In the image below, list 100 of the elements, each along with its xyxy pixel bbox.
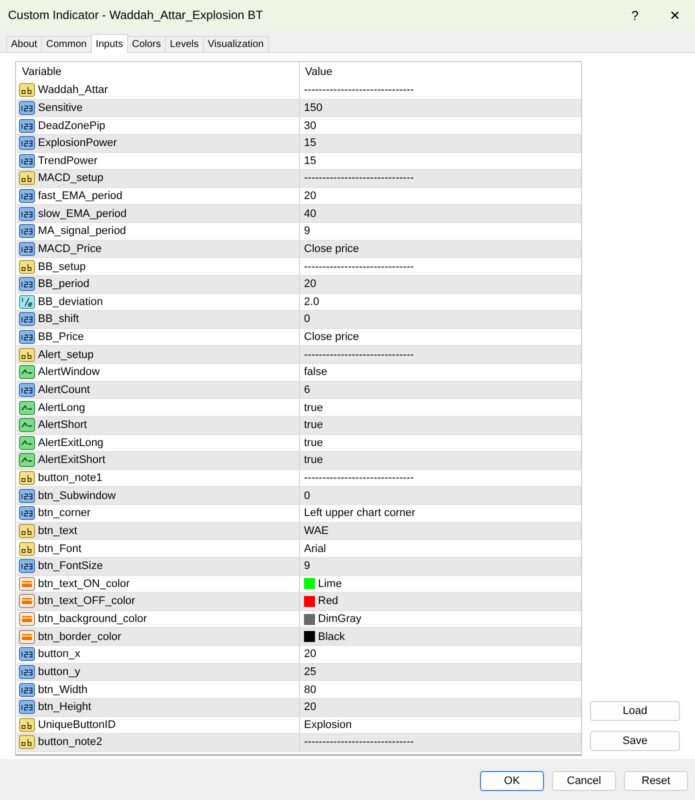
variable-cell[interactable]: MA_signal_period [17,223,299,240]
value-cell[interactable]: 0 [299,487,581,504]
variable-cell[interactable]: BB_period [17,276,299,292]
variable-name: button_note2 [38,736,102,748]
color-type-icon [19,630,35,644]
variable-cell[interactable]: button_note1 [17,470,299,486]
value-text: Arial [304,542,326,555]
tab[interactable]: Visualization [202,36,269,52]
value-cell[interactable]: ------------------------------ [299,470,581,486]
variable-name: BB_Price [38,331,84,344]
dialog-button[interactable]: OK [480,771,544,791]
help-button[interactable]: ? [615,0,655,30]
variable-cell[interactable]: AlertExitLong [17,434,299,452]
value-cell[interactable]: ------------------------------ [299,170,581,187]
side-button[interactable]: Load [590,701,680,721]
variable-cell[interactable]: Alert_setup [17,346,299,363]
value-cell[interactable]: Left upper chart corner [299,505,581,522]
value-cell[interactable]: Arial [299,540,581,557]
variable-cell[interactable]: btn_text_ON_color [17,576,299,592]
number-type-icon [19,488,35,503]
column-header[interactable]: Variable [17,62,299,82]
variable-cell[interactable]: fast_EMA_period [17,188,299,204]
value-cell[interactable]: Red [299,593,581,610]
variable-cell[interactable]: AlertLong [17,399,299,416]
variable-cell[interactable]: ExplosionPower [17,134,299,152]
value-cell[interactable]: 9 [299,558,581,574]
value-cell[interactable]: 9 [299,223,581,240]
variable-cell[interactable]: btn_Width [17,681,299,698]
column-header[interactable]: Value [299,62,581,82]
variable-cell[interactable]: btn_Subwindow [17,487,299,504]
value-cell[interactable]: Close price [299,328,581,346]
variable-cell[interactable]: BB_Price [17,328,299,346]
variable-cell[interactable]: AlertShort [17,416,299,434]
close-button[interactable]: ✕ [655,0,695,30]
value-cell[interactable]: ------------------------------ [299,346,581,363]
value-cell[interactable]: 20 [299,646,581,663]
value-cell[interactable]: 6 [299,382,581,398]
variable-name: btn_text_OFF_color [38,595,136,608]
value-cell[interactable]: 15 [299,152,581,170]
value-cell[interactable]: true [299,434,581,452]
variable-cell[interactable]: Sensitive [17,100,299,116]
value-cell[interactable]: false [299,364,581,381]
value-cell[interactable]: Close price [299,240,581,258]
value-cell[interactable]: 150 [299,100,581,116]
variable-cell[interactable]: BB_setup [17,258,299,275]
variable-cell[interactable]: BB_deviation [17,294,299,310]
value-cell[interactable]: ------------------------------ [299,82,581,99]
value-cell[interactable]: ------------------------------ [299,258,581,275]
variable-cell[interactable]: btn_FontSize [17,558,299,574]
variable-cell[interactable]: button_note2 [17,734,299,751]
value-cell[interactable]: DimGray [299,610,581,628]
value-cell[interactable]: true [299,416,581,434]
number-type-icon [19,242,35,256]
value-cell[interactable]: Lime [299,576,581,592]
variable-cell[interactable]: btn_Height [17,698,299,716]
variable-cell[interactable]: btn_Font [17,540,299,557]
variable-cell[interactable]: btn_background_color [17,610,299,628]
variable-cell[interactable]: btn_text [17,522,299,540]
variable-cell[interactable]: btn_corner [17,505,299,522]
variable-cell[interactable]: BB_shift [17,311,299,328]
variable-cell[interactable]: AlertCount [17,382,299,398]
variable-cell[interactable]: btn_text_OFF_color [17,593,299,610]
number-type-icon [19,700,35,714]
value-cell[interactable]: 20 [299,276,581,292]
value-cell[interactable]: WAE [299,522,581,540]
variable-name: BB_deviation [38,296,103,308]
side-button[interactable]: Save [590,731,680,751]
value-cell[interactable]: 40 [299,205,581,222]
variable-cell[interactable]: DeadZonePip [17,117,299,134]
tab[interactable]: About [6,36,42,52]
variable-name: AlertCount [38,384,90,396]
value-cell[interactable]: 2.0 [299,294,581,310]
value-cell[interactable]: Explosion [299,716,581,734]
variable-cell[interactable]: btn_border_color [17,628,299,645]
variable-cell[interactable]: MACD_setup [17,170,299,187]
variable-cell[interactable]: Waddah_Attar [17,82,299,99]
variable-cell[interactable]: UniqueButtonID [17,716,299,734]
number-type-icon [19,559,35,574]
variable-cell[interactable]: MACD_Price [17,240,299,258]
variable-cell[interactable]: AlertWindow [17,364,299,381]
tab[interactable]: Inputs [90,34,128,53]
value-cell[interactable]: 80 [299,681,581,698]
variable-cell[interactable]: TrendPower [17,152,299,170]
dialog-button[interactable]: Cancel [552,771,616,791]
dialog-button[interactable]: Reset [624,771,688,791]
variable-cell[interactable]: AlertExitShort [17,452,299,469]
value-cell[interactable]: 0 [299,311,581,328]
value-cell[interactable]: 20 [299,698,581,716]
value-cell[interactable]: ------------------------------ [299,734,581,751]
value-cell[interactable]: 20 [299,188,581,204]
value-cell[interactable]: true [299,399,581,416]
variable-cell[interactable]: button_y [17,664,299,680]
value-text: Explosion [304,718,352,731]
value-cell[interactable]: 15 [299,134,581,152]
variable-cell[interactable]: slow_EMA_period [17,205,299,222]
variable-cell[interactable]: button_x [17,646,299,663]
value-cell[interactable]: 25 [299,664,581,680]
value-cell[interactable]: true [299,452,581,469]
value-cell[interactable]: 30 [299,117,581,134]
value-cell[interactable]: Black [299,628,581,645]
